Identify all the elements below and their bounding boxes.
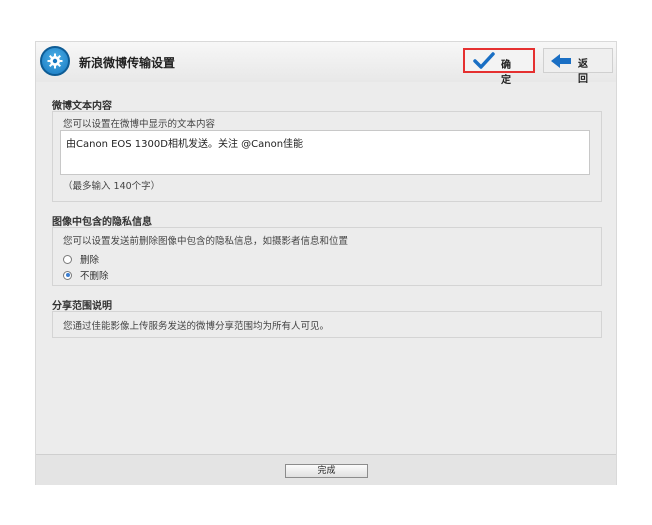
arrow-left-icon [550, 53, 572, 72]
section-title-privacy: 图像中包含的隐私信息 [52, 217, 152, 228]
text-content-hint: 您可以设置在微博中显示的文本内容 [63, 119, 216, 130]
weibo-text-input[interactable]: 由Canon EOS 1300D相机发送。关注 @Canon佳能 [60, 130, 590, 175]
header-bar: 新浪微博传输设置 确定 返回 [36, 42, 616, 86]
radio-label-delete: 删除 [80, 255, 100, 266]
share-hint: 您通过佳能影像上传服务发送的微博分享范围均为所有人可见。 [63, 321, 330, 332]
back-label: 返回 [578, 59, 596, 85]
radio-button-delete[interactable] [63, 254, 72, 264]
char-limit-note: （最多输入 140个字） [63, 181, 161, 192]
section-title-text: 微博文本内容 [52, 101, 112, 112]
radio-label-keep: 不删除 [80, 271, 109, 282]
radio-keep[interactable]: 不删除 [63, 268, 109, 282]
confirm-label: 确定 [501, 60, 519, 86]
checkmark-icon [473, 52, 495, 73]
settings-window: 新浪微博传输设置 确定 返回 微博文本内容 您可以设置在微博中显示的文本内容 由… [35, 41, 617, 485]
section-title-share: 分享范围说明 [52, 301, 112, 312]
privacy-hint: 您可以设置发送前删除图像中包含的隐私信息，如摄影者信息和位置 [63, 236, 349, 247]
page-title: 新浪微博传输设置 [79, 56, 176, 70]
back-button[interactable]: 返回 [543, 48, 613, 85]
confirm-button[interactable]: 确定 [463, 48, 535, 86]
footer-bar: 完成 [36, 454, 616, 485]
gear-icon [40, 46, 70, 76]
radio-button-keep[interactable] [63, 270, 72, 280]
done-button[interactable]: 完成 [285, 464, 368, 478]
radio-delete[interactable]: 删除 [63, 252, 99, 266]
